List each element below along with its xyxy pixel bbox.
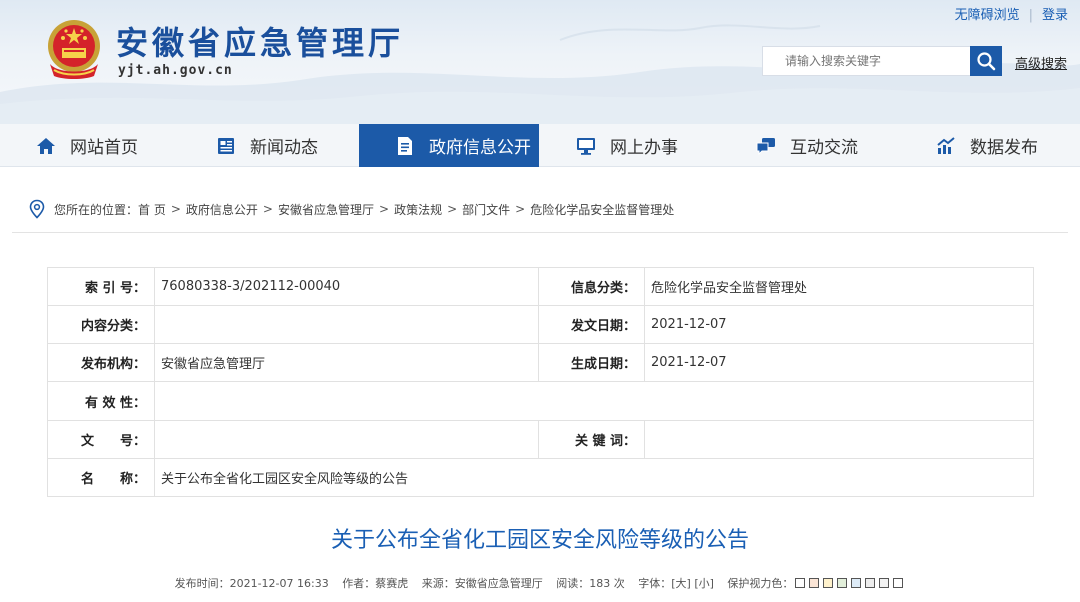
eye-care-color-swatch[interactable] <box>851 578 862 588</box>
nav-item-label: 政府信息公开 <box>429 138 531 158</box>
info-category-value: 危险化学品安全监督管理处 <box>644 266 1034 307</box>
table-row: 有 效 性： <box>47 381 1034 421</box>
breadcrumb-item-hazchem[interactable]: 危险化学品安全监督管理处 <box>530 201 674 218</box>
doc-name-value: 关于公布全省化工园区安全风险等级的公告 <box>154 457 1034 498</box>
site-header: 安徽省应急管理厅 yjt.ah.gov.cn 无障碍浏览 | 登录 高级搜索 <box>0 0 1080 124</box>
article-meta: 发布时间：2021-12-07 16:33 作者：蔡赛虎 来源：安徽省应急管理厅… <box>0 575 1080 591</box>
table-row: 索 引 号： 76080338-3/202112-00040 信息分类： 危险化… <box>47 266 1034 307</box>
content-type-label: 内容分类： <box>47 305 155 345</box>
nav-item-home[interactable]: 网站首页 <box>36 124 138 167</box>
document-info-table: 索 引 号： 76080338-3/202112-00040 信息分类： 危险化… <box>47 266 1034 498</box>
nav-item-news[interactable]: 新闻动态 <box>216 124 318 167</box>
eye-care-color-swatch[interactable] <box>823 578 834 588</box>
chart-icon <box>936 136 956 156</box>
issue-date-value: 2021-12-07 <box>644 305 1034 345</box>
eye-care-color-swatch[interactable] <box>879 578 890 588</box>
nav-item-label: 数据发布 <box>970 138 1038 158</box>
breadcrumb-item-policies[interactable]: 政策法规 <box>394 201 442 218</box>
home-icon <box>36 136 56 156</box>
info-category-label: 信息分类： <box>538 266 645 307</box>
nav-item-label: 互动交流 <box>790 138 858 158</box>
breadcrumb-item-gov-info[interactable]: 政府信息公开 <box>186 201 258 218</box>
table-row: 名 称： 关于公布全省化工园区安全风险等级的公告 <box>47 457 1034 498</box>
views-value: 183 次 <box>589 577 625 590</box>
index-number-value: 76080338-3/202112-00040 <box>154 266 539 307</box>
site-title: 安徽省应急管理厅 <box>116 24 405 62</box>
breadcrumb: 您所在的位置： 首 页 > 政府信息公开 > 安徽省应急管理厅 > 政策法规 >… <box>28 199 674 219</box>
eye-care-color-swatch[interactable] <box>837 578 848 588</box>
index-number-label: 索 引 号： <box>47 266 155 307</box>
doc-number-value <box>154 419 539 459</box>
nav-item-online-services[interactable]: 网上办事 <box>576 124 678 167</box>
breadcrumb-separator: > <box>379 202 390 216</box>
table-row: 文 号： 关 键 词： <box>47 419 1034 459</box>
publish-time-value: 2021-12-07 16:33 <box>229 577 329 590</box>
breadcrumb-separator: > <box>447 202 458 216</box>
issue-date-label: 发文日期： <box>538 305 645 345</box>
created-date-label: 生成日期： <box>538 343 645 383</box>
article-title: 关于公布全省化工园区安全风险等级的公告 <box>330 528 749 553</box>
advanced-search-link[interactable]: 高级搜索 <box>1015 53 1067 72</box>
author-label: 作者： <box>342 577 376 590</box>
table-row: 内容分类： 发文日期： 2021-12-07 <box>47 305 1034 345</box>
breadcrumb-item-dept-docs[interactable]: 部门文件 <box>462 201 510 218</box>
monitor-icon <box>576 136 596 156</box>
font-small-button[interactable]: [小] <box>694 577 714 590</box>
doc-name-label: 名 称： <box>47 457 155 498</box>
nav-item-data-release[interactable]: 数据发布 <box>936 124 1038 167</box>
top-links: 无障碍浏览 | 登录 <box>955 4 1068 23</box>
font-large-button[interactable]: [大] <box>671 577 691 590</box>
font-size-label: 字体： <box>638 577 672 590</box>
breadcrumb-separator: > <box>262 202 273 216</box>
location-pin-icon <box>29 199 45 219</box>
created-date-value: 2021-12-07 <box>644 343 1034 383</box>
source-label: 来源： <box>421 577 455 590</box>
breadcrumb-separator: > <box>170 202 181 216</box>
publish-time-label: 发布时间： <box>174 577 230 590</box>
validity-value <box>154 381 1034 421</box>
nav-item-gov-info[interactable]: 政府信息公开 <box>359 124 539 167</box>
search-icon <box>977 52 996 71</box>
eye-care-label: 保护视力色： <box>727 577 794 590</box>
eye-care-swatches <box>793 577 905 590</box>
content-type-value <box>154 305 539 345</box>
eye-care-color-swatch[interactable] <box>795 578 806 588</box>
divider <box>12 232 1068 233</box>
site-domain: yjt.ah.gov.cn <box>118 63 233 78</box>
eye-care-color-swatch[interactable] <box>893 578 904 588</box>
accessible-browsing-link[interactable]: 无障碍浏览 <box>955 8 1020 23</box>
author-value: 蔡赛虎 <box>375 577 409 590</box>
chat-icon <box>756 136 776 156</box>
breadcrumb-separator: > <box>515 202 526 216</box>
login-link[interactable]: 登录 <box>1042 8 1068 23</box>
eye-care-color-swatch[interactable] <box>809 578 820 588</box>
document-icon <box>395 136 415 156</box>
source-value: 安徽省应急管理厅 <box>454 577 543 590</box>
breadcrumb-item-home[interactable]: 首 页 <box>138 201 166 218</box>
top-links-divider: | <box>1028 8 1033 23</box>
search-input[interactable] <box>762 46 970 76</box>
table-row: 发布机构： 安徽省应急管理厅 生成日期： 2021-12-07 <box>47 343 1034 383</box>
validity-label: 有 效 性： <box>47 381 155 421</box>
eye-care-color-swatch[interactable] <box>865 578 876 588</box>
publisher-label: 发布机构： <box>47 343 155 383</box>
news-icon <box>216 136 236 156</box>
nav-item-label: 网站首页 <box>70 138 138 158</box>
nav-item-label: 新闻动态 <box>250 138 318 158</box>
nav-item-label: 网上办事 <box>610 138 678 158</box>
views-label: 阅读： <box>556 577 590 590</box>
breadcrumb-prefix: 您所在的位置： <box>54 202 139 217</box>
main-nav: 网站首页 新闻动态 政府信息公开 网上办事 互动交流 数据发布 <box>0 124 1080 167</box>
search-button[interactable] <box>970 46 1002 76</box>
publisher-value: 安徽省应急管理厅 <box>154 343 539 383</box>
nav-item-interaction[interactable]: 互动交流 <box>756 124 858 167</box>
keywords-value <box>644 419 1034 459</box>
breadcrumb-item-department[interactable]: 安徽省应急管理厅 <box>278 201 374 218</box>
keywords-label: 关 键 词： <box>538 419 645 459</box>
national-emblem-icon <box>48 20 100 79</box>
doc-number-label: 文 号： <box>47 419 155 459</box>
